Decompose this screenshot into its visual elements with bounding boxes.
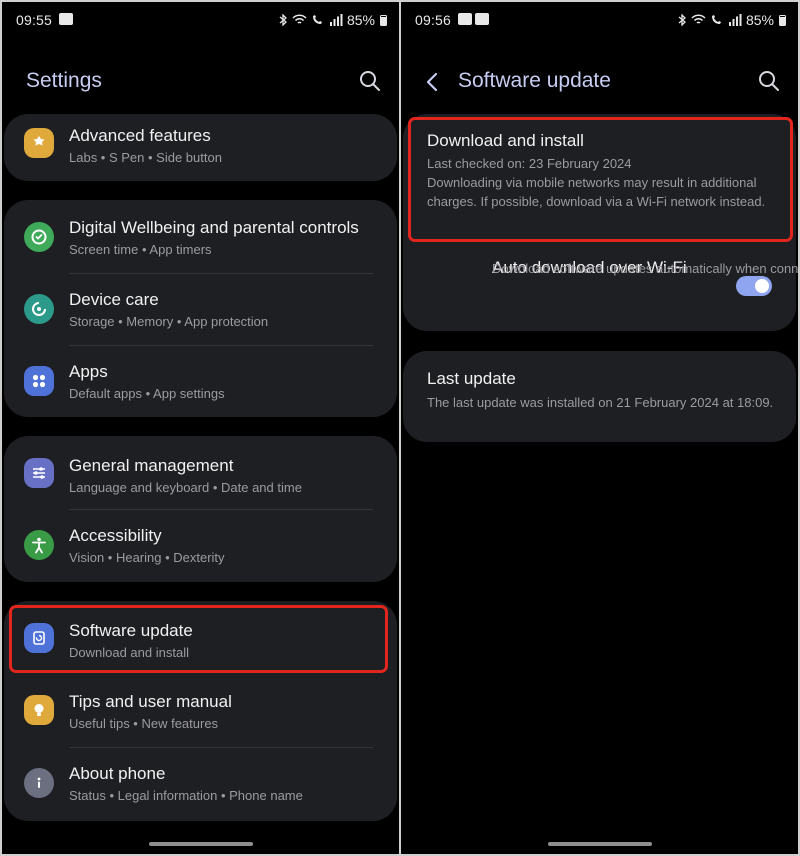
page-title: Settings — [26, 69, 102, 92]
settings-item-sub: Status • Legal information • Phone name — [69, 788, 303, 803]
settings-item-device-care[interactable]: Device care Storage • Memory • App prote… — [4, 274, 397, 345]
settings-item-label: Accessibility — [69, 526, 162, 545]
battery-percent: 85% — [346, 12, 375, 28]
lightbulb-icon — [24, 695, 54, 725]
settings-item-tips[interactable]: Tips and user manual Useful tips • New f… — [4, 675, 397, 747]
battery-icon — [779, 14, 786, 26]
settings-item-label: General management — [69, 456, 234, 475]
device-care-icon — [24, 294, 54, 324]
settings-item-sub: Storage • Memory • App protection — [69, 314, 269, 329]
settings-item-label: Digital Wellbeing and parental controls — [69, 218, 359, 237]
settings-item-label: Device care — [69, 290, 159, 309]
home-indicator[interactable] — [148, 842, 253, 846]
info-icon — [24, 768, 54, 798]
star-gear-icon — [24, 128, 54, 158]
settings-header: Settings — [2, 60, 399, 104]
wifi-calling-icon — [711, 15, 721, 24]
settings-item-label: About phone — [69, 764, 166, 783]
settings-item-sub: Default apps • App settings — [69, 386, 225, 401]
settings-card: Advanced features Labs • S Pen • Side bu… — [4, 114, 397, 181]
highlight-box — [408, 117, 793, 242]
wifi-icon — [292, 14, 307, 24]
settings-item-digital-wellbeing[interactable]: Digital Wellbeing and parental controls … — [4, 200, 397, 272]
settings-item-apps[interactable]: Apps Default apps • App settings — [4, 346, 397, 417]
settings-item-accessibility[interactable]: Accessibility Vision • Hearing • Dexteri… — [4, 510, 397, 582]
settings-item-sub: Language and keyboard • Date and time — [69, 480, 302, 495]
search-icon[interactable] — [756, 68, 782, 94]
status-right: 85% — [279, 12, 387, 28]
last-update-label: Last update — [427, 369, 516, 388]
page-title: Software update — [458, 69, 611, 92]
settings-screen: 09:55 85% Settings Advanced features Lab… — [2, 2, 399, 854]
last-update-card: Last update The last update was installe… — [403, 351, 796, 442]
settings-item-sub: Screen time • App timers — [69, 242, 212, 257]
home-indicator[interactable] — [547, 842, 652, 846]
status-right: 85% — [678, 12, 786, 28]
settings-item-label: Apps — [69, 362, 108, 381]
software-update-screen: 09:56 85% Software update Download and i… — [401, 2, 798, 854]
last-update-sub: The last update was installed on 21 Febr… — [427, 395, 774, 410]
last-update[interactable]: Last update The last update was installe… — [427, 368, 776, 412]
status-bar: 09:56 85% — [401, 2, 798, 38]
back-arrow-icon[interactable] — [421, 68, 445, 96]
auto-download-row[interactable]: Auto download over Wi-Fi Download softwa… — [403, 252, 798, 331]
settings-item-label: Tips and user manual — [69, 692, 232, 711]
signal-icon — [728, 14, 742, 26]
settings-item-label: Advanced features — [69, 126, 211, 145]
status-time: 09:55 — [16, 12, 53, 28]
toggle-knob — [755, 279, 769, 293]
wifi-icon — [691, 14, 706, 24]
highlight-box — [9, 605, 388, 673]
notification-icons — [458, 13, 489, 25]
wifi-calling-icon — [312, 15, 322, 24]
notification-icons — [59, 13, 73, 25]
settings-item-about-phone[interactable]: About phone Status • Legal information •… — [4, 748, 397, 821]
status-time: 09:56 — [415, 12, 452, 28]
wellbeing-icon — [24, 222, 54, 252]
search-icon[interactable] — [357, 68, 383, 94]
software-update-header: Software update — [401, 60, 798, 104]
signal-icon — [329, 14, 343, 26]
bluetooth-icon — [279, 14, 287, 26]
battery-percent: 85% — [745, 12, 774, 28]
status-bar: 09:55 85% — [2, 2, 399, 38]
accessibility-icon — [24, 530, 54, 560]
settings-card: Digital Wellbeing and parental controls … — [4, 200, 397, 417]
bluetooth-icon — [678, 14, 686, 26]
settings-item-sub: Vision • Hearing • Dexterity — [69, 550, 225, 565]
settings-card: General management Language and keyboard… — [4, 436, 397, 582]
battery-icon — [380, 14, 387, 26]
apps-grid-icon — [24, 366, 54, 396]
sliders-icon — [24, 458, 54, 488]
settings-item-general-management[interactable]: General management Language and keyboard… — [4, 436, 397, 508]
settings-item-advanced-features[interactable]: Advanced features Labs • S Pen • Side bu… — [4, 114, 397, 181]
settings-item-sub: Useful tips • New features — [69, 716, 219, 731]
auto-download-toggle[interactable] — [736, 276, 772, 296]
settings-item-sub: Labs • S Pen • Side button — [69, 150, 222, 165]
